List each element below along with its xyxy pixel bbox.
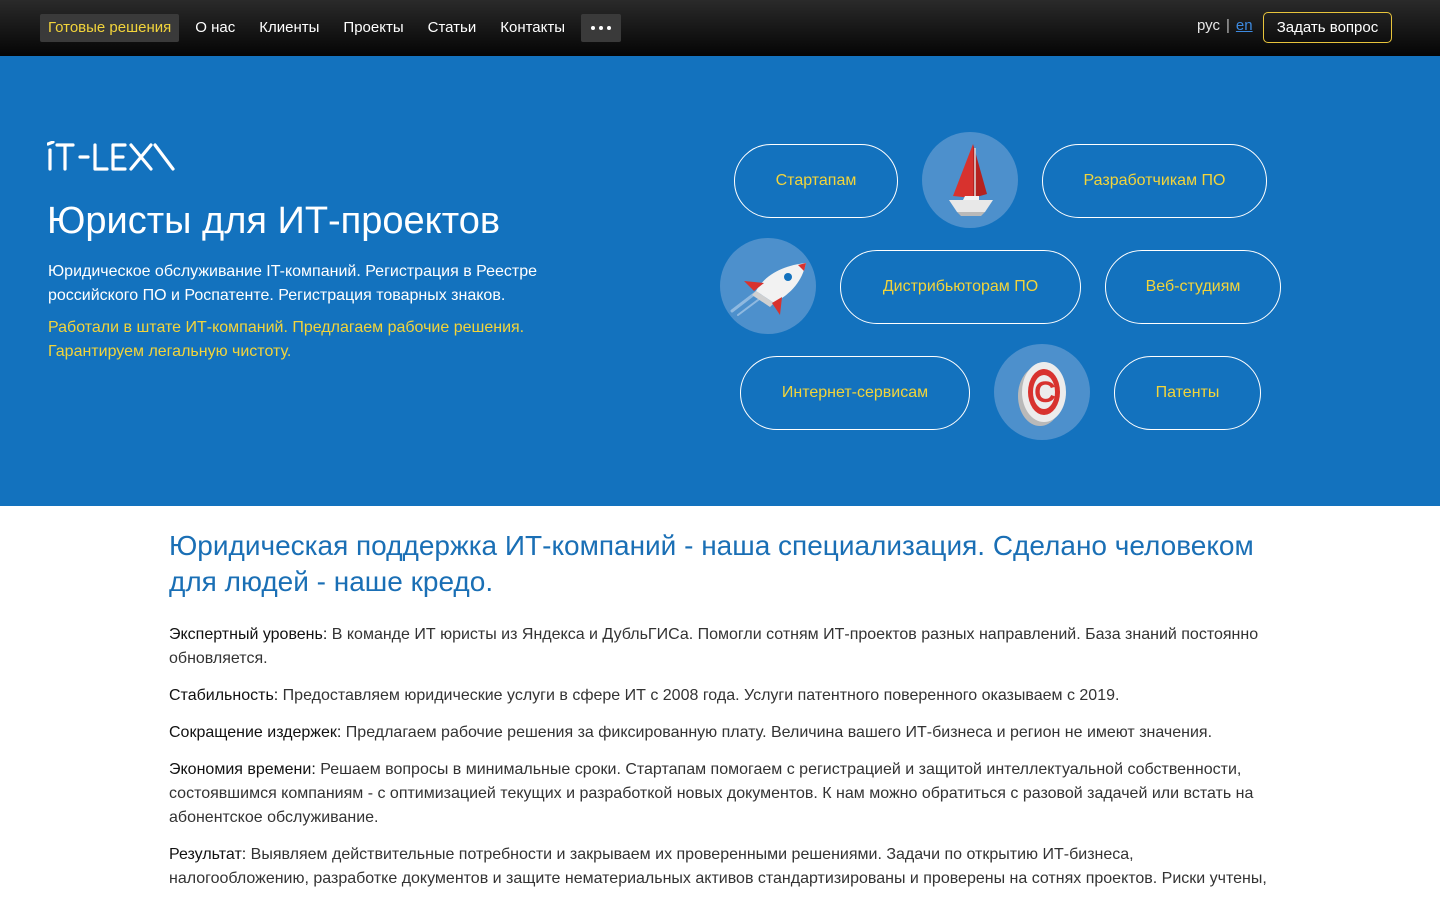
advantage-label: Экспертный уровень: <box>169 626 328 643</box>
list-item: Результат: Выявляем действительные потре… <box>169 843 1271 891</box>
list-item: Экономия времени: Решаем вопросы в миним… <box>169 758 1271 830</box>
lang-en-link[interactable]: en <box>1236 17 1253 34</box>
dot-icon <box>591 26 596 30</box>
advantage-text: Предлагаем рабочие решения за фиксирован… <box>341 724 1213 741</box>
hero-title: Юристы для ИТ-проектов <box>47 200 501 242</box>
advantages-list: Экспертный уровень: В команде ИТ юристы … <box>169 623 1271 891</box>
list-item: Стабильность: Предоставляем юридические … <box>169 684 1271 708</box>
lang-ru: рус <box>1197 17 1221 34</box>
hero-accent-text: Работали в штате ИТ-компаний. Предлагаем… <box>48 319 525 360</box>
language-switcher: рус | en <box>1197 17 1253 34</box>
top-navigation: Готовые решения О нас Клиенты Проекты Ст… <box>0 0 1440 56</box>
advantage-label: Результат: <box>169 846 247 863</box>
rocket-icon <box>720 238 816 334</box>
hero-description: Юридическое обслуживание IT-компаний. Ре… <box>48 263 538 304</box>
dot-icon <box>607 26 612 30</box>
pill-webstudios[interactable]: Веб-студиям <box>1105 250 1281 324</box>
nav-item-clients[interactable]: Клиенты <box>251 14 327 42</box>
hero-section: Юристы для ИТ-проектов Юридическое обслу… <box>0 56 1440 506</box>
advantage-text: В команде ИТ юристы из Яндекса и ДубльГИ… <box>169 626 1259 667</box>
logo-icon <box>46 140 175 171</box>
nav-item-projects[interactable]: Проекты <box>335 14 411 42</box>
ask-question-button[interactable]: Задать вопрос <box>1263 12 1392 43</box>
list-item: Сокращение издержек: Предлагаем рабочие … <box>169 721 1271 745</box>
pill-distributors[interactable]: Дистрибьюторам ПО <box>840 250 1081 324</box>
more-menu-button[interactable] <box>581 14 622 42</box>
copyright-icon: C <box>994 344 1090 440</box>
advantage-label: Экономия времени: <box>169 761 316 778</box>
pill-patents[interactable]: Патенты <box>1114 356 1261 430</box>
main-content: Юридическая поддержка ИТ-компаний - наша… <box>169 506 1271 891</box>
main-menu: Готовые решения О нас Клиенты Проекты Ст… <box>40 14 622 42</box>
it-lex-logo[interactable] <box>46 140 175 178</box>
advantage-text: Решаем вопросы в минимальные сроки. Стар… <box>169 761 1254 826</box>
pill-internet-services[interactable]: Интернет-сервисам <box>740 356 970 430</box>
list-item: Экспертный уровень: В команде ИТ юристы … <box>169 623 1271 671</box>
lang-separator: | <box>1226 17 1230 34</box>
pill-startups[interactable]: Стартапам <box>734 144 898 218</box>
advantage-text: Предоставляем юридические услуги в сфере… <box>278 687 1120 704</box>
advantage-label: Сокращение издержек: <box>169 724 342 741</box>
nav-item-contacts[interactable]: Контакты <box>492 14 573 42</box>
nav-item-about[interactable]: О нас <box>187 14 243 42</box>
section-title: Юридическая поддержка ИТ-компаний - наша… <box>169 530 1254 597</box>
sailboat-icon <box>922 132 1018 228</box>
advantage-text: Выявляем действительные потребности и за… <box>169 846 1267 887</box>
nav-item-articles[interactable]: Статьи <box>420 14 485 42</box>
advantage-label: Стабильность: <box>169 687 279 704</box>
nav-item-ready-solutions[interactable]: Готовые решения <box>40 14 180 42</box>
dot-icon <box>599 26 604 30</box>
svg-text:C: C <box>1034 376 1056 409</box>
pill-developers[interactable]: Разработчикам ПО <box>1042 144 1267 218</box>
